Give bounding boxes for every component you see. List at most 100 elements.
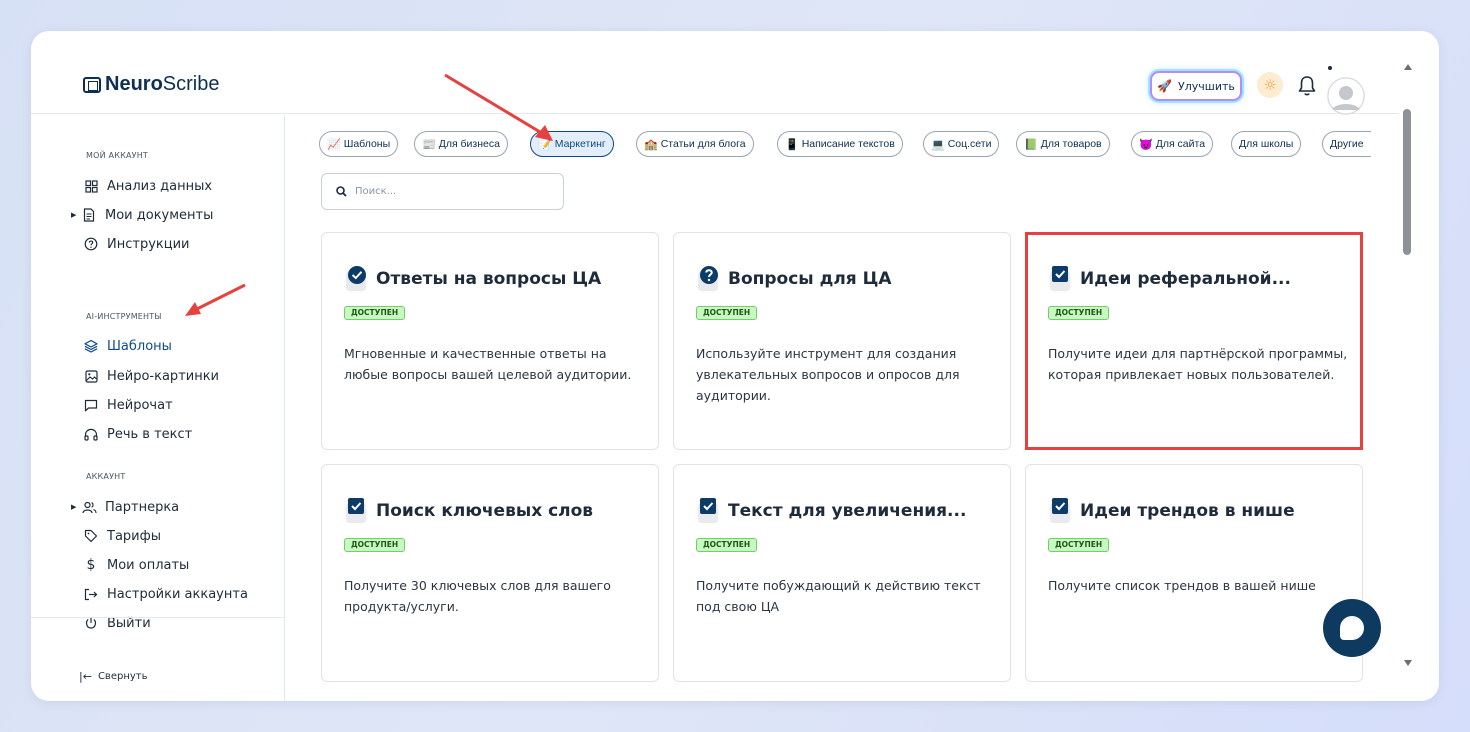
sidebar-divider — [31, 617, 285, 618]
sidebar-item-label: Нейро-картинки — [107, 368, 220, 384]
tab-label: Шаблоны — [343, 138, 391, 150]
template-card[interactable]: Идеи трендов в нише ДОСТУПЕН Получите сп… — [1025, 464, 1363, 682]
status-badge: ДОСТУПЕН — [344, 538, 406, 552]
collapse-sidebar-button[interactable]: |← Свернуть — [79, 670, 148, 683]
layers-icon — [83, 338, 99, 354]
card-title: Текст для увеличения... — [728, 501, 967, 521]
sidebar-item-label: Мои оплаты — [107, 557, 190, 573]
category-tabs: 📈 Шаблоны 📰 Для бизнеса 📝 Маркетинг 🏫 Статьи… — [319, 131, 1371, 159]
template-card[interactable]: Текст для увеличения... ДОСТУПЕН Получит… — [673, 464, 1011, 682]
sidebar-item-templates[interactable]: Шаблоны — [71, 336, 172, 356]
tab-text-writing[interactable]: 📱 Написание текстов — [777, 131, 903, 157]
search-icon — [336, 186, 347, 197]
chat-support-button[interactable] — [1323, 599, 1381, 657]
search-input[interactable] — [355, 186, 555, 197]
image-icon — [83, 368, 99, 384]
tag-icon — [83, 528, 99, 544]
sidebar-item-tariffs[interactable]: Тарифы — [71, 526, 161, 546]
sidebar-item-instructions[interactable]: Инструкции — [71, 234, 190, 254]
tab-blog-articles[interactable]: 🏫 Статьи для блога — [636, 131, 754, 157]
chat-bubble-icon — [1340, 616, 1364, 640]
card-title: Идеи трендов в нише — [1080, 501, 1295, 521]
theme-toggle-sun-icon[interactable]: ☼ — [1257, 72, 1283, 98]
laptop-emoji-icon: 💻 — [931, 138, 945, 151]
sidebar-item-label: Тарифы — [107, 528, 161, 544]
chevron-right-icon[interactable]: ▶ — [71, 503, 79, 511]
rocket-icon: 🚀 — [1157, 79, 1173, 93]
card-description: Получите идеи для партнёрской программы,… — [1048, 346, 1348, 382]
sidebar-item-partner[interactable]: ▶ Партнерка — [71, 497, 180, 517]
chevron-right-icon[interactable]: ▶ — [71, 211, 79, 219]
tab-label: Для школы — [1239, 138, 1294, 150]
template-card[interactable]: Ответы на вопросы ЦА ДОСТУПЕН Мгновенные… — [321, 232, 659, 450]
sidebar-item-my-payments[interactable]: $ Мои оплаты — [71, 555, 190, 575]
help-circle-icon — [83, 236, 99, 252]
newspaper-emoji-icon: 📰 — [422, 138, 436, 151]
tab-templates[interactable]: 📈 Шаблоны — [319, 131, 399, 157]
card-description: Мгновенные и качественные ответы на любы… — [344, 346, 632, 382]
scroll-up-arrow-icon[interactable] — [1404, 64, 1412, 70]
sidebar-item-data-analysis[interactable]: Анализ данных — [71, 176, 212, 196]
upgrade-button[interactable]: 🚀 Улучшить — [1150, 71, 1242, 101]
sidebar-item-label: Речь в текст — [107, 426, 193, 442]
sidebar-item-neuro-images[interactable]: Нейро-картинки — [71, 366, 219, 386]
top-header: Neuro Scribe 🚀 Улучшить ☼ — [31, 31, 1399, 115]
card-description: Используйте инструмент для создания увле… — [696, 346, 960, 403]
headphones-icon — [83, 426, 99, 442]
avatar-user-icon — [1327, 77, 1365, 115]
sidebar-item-label: Настройки аккаунта — [107, 586, 248, 602]
tab-label: Другие — [1330, 138, 1364, 150]
app-window: Neuro Scribe 🚀 Улучшить ☼ МОЙ АККАУНТ Ан… — [31, 31, 1439, 701]
status-badge: ДОСТУПЕН — [344, 306, 406, 320]
tab-other[interactable]: Другие — [1322, 131, 1371, 157]
sidebar: МОЙ АККАУНТ Анализ данных ▶ Мои документ… — [31, 115, 285, 701]
checkbox-icon — [1050, 266, 1070, 291]
scroll-thumb[interactable] — [1403, 109, 1411, 255]
status-badge: ДОСТУПЕН — [1048, 306, 1110, 320]
book-emoji-icon: 📗 — [1024, 138, 1038, 151]
tab-label: Маркетинг — [554, 138, 606, 150]
card-title: Ответы на вопросы ЦА — [376, 269, 602, 289]
template-card-highlighted[interactable]: Идеи реферальной... ДОСТУПЕН Получите ид… — [1025, 232, 1363, 450]
tab-marketing[interactable]: 📝 Маркетинг — [530, 131, 614, 157]
tab-products[interactable]: 📗 Для товаров — [1016, 131, 1110, 157]
tab-label: Для бизнеса — [438, 138, 500, 150]
question-circle-icon — [698, 266, 718, 291]
login-arrow-icon — [83, 586, 99, 602]
document-icon — [81, 207, 97, 223]
scroll-down-arrow-icon[interactable] — [1404, 660, 1412, 666]
sidebar-item-my-documents[interactable]: ▶ Мои документы — [71, 205, 214, 225]
tab-label: Для товаров — [1040, 138, 1102, 150]
collapse-label: Свернуть — [97, 671, 148, 682]
dollar-icon: $ — [86, 557, 96, 573]
sidebar-item-label: Партнерка — [105, 499, 180, 515]
tab-label: Соц.сети — [947, 138, 992, 150]
sidebar-item-neurochat[interactable]: Нейрочат — [71, 395, 173, 415]
check-circle-icon — [346, 266, 366, 291]
upgrade-label: Улучшить — [1178, 79, 1235, 93]
sidebar-item-speech-to-text[interactable]: Речь в текст — [71, 424, 192, 444]
sidebar-item-logout[interactable]: Выйти — [71, 613, 151, 633]
devil-emoji-icon: 😈 — [1139, 138, 1153, 151]
avatar[interactable] — [1327, 77, 1365, 115]
status-badge: ДОСТУПЕН — [1048, 538, 1110, 552]
tab-label: Написание текстов — [801, 138, 895, 150]
logo-light: Scribe — [162, 73, 220, 95]
tab-business[interactable]: 📰 Для бизнеса — [414, 131, 508, 157]
sidebar-item-label: Мои документы — [105, 207, 214, 223]
template-card[interactable]: Поиск ключевых слов ДОСТУПЕН Получите 30… — [321, 464, 659, 682]
tab-school[interactable]: Для школы — [1231, 131, 1302, 157]
phone-emoji-icon: 📱 — [785, 138, 799, 151]
logo[interactable]: Neuro Scribe — [83, 73, 220, 96]
sidebar-item-account-settings[interactable]: Настройки аккаунта — [71, 584, 248, 604]
bell-icon[interactable] — [1297, 75, 1317, 97]
checkbox-icon — [1050, 498, 1070, 523]
template-card[interactable]: Вопросы для ЦА ДОСТУПЕН Используйте инст… — [673, 232, 1011, 450]
status-badge: ДОСТУПЕН — [696, 538, 758, 552]
section-label-account: АККАУНТ — [86, 472, 126, 481]
tab-website[interactable]: 😈 Для сайта — [1131, 131, 1214, 157]
grid-icon — [83, 178, 99, 194]
sidebar-item-label: Шаблоны — [107, 338, 172, 354]
tab-social[interactable]: 💻 Соц.сети — [923, 131, 1000, 157]
collapse-left-icon: |← — [79, 670, 92, 683]
